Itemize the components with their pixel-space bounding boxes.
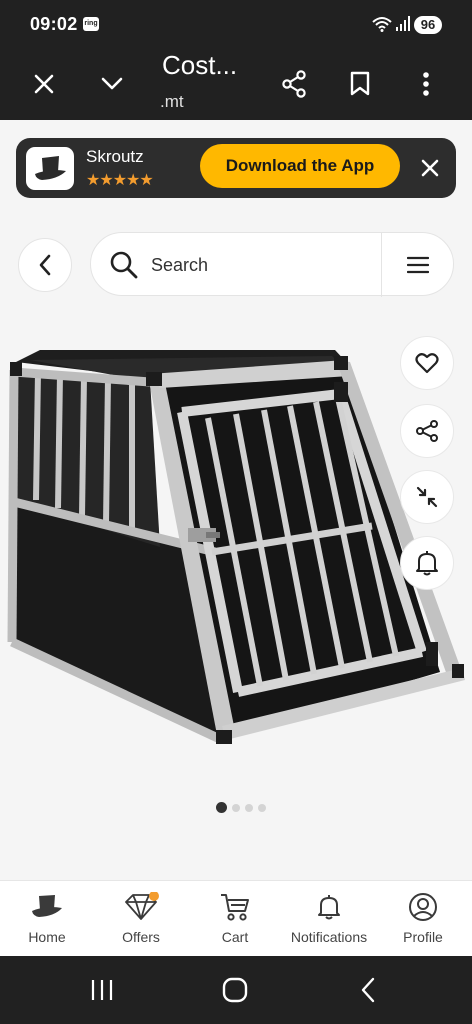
menu-button[interactable] [383,233,453,297]
bottom-navigation: Home Offers Cart Notifications Profile [0,880,472,956]
gallery-dot-3[interactable] [245,803,253,812]
nav-offers-icon-wrap [94,891,188,923]
bell-icon [416,551,438,576]
nav-profile-icon-wrap [376,891,470,923]
more-vert-icon [423,72,429,96]
nav-notifications-label: Notifications [290,929,368,945]
system-navigation-bar [0,956,472,1024]
search-input[interactable] [151,247,371,283]
cart-icon [221,894,249,921]
chevron-down-icon [101,77,123,90]
close-icon [421,159,439,177]
nav-notifications[interactable]: Notifications [282,881,376,957]
signal-icon [396,16,410,31]
price-alert-button[interactable] [400,536,454,590]
nav-profile[interactable]: Profile [376,881,470,957]
share-icon [282,70,306,98]
skroutz-logo [26,147,74,190]
close-tab-button[interactable] [20,60,68,108]
nav-home[interactable]: Home [0,881,94,957]
nav-cart-label: Cart [221,929,249,945]
search-icon [110,251,138,279]
nav-offers[interactable]: Offers [94,881,188,957]
system-back-button[interactable] [338,970,398,1010]
nav-notifications-icon-wrap [282,891,376,923]
status-time: 09:02 [30,14,78,34]
nav-home-label: Home [28,929,66,945]
search-bar [90,232,454,297]
page-title: Cost... [162,50,238,80]
favorite-button[interactable] [400,336,454,390]
recent-apps-icon [91,980,113,1000]
page-url: .mt [160,92,184,111]
download-app-button[interactable]: Download the App [200,144,400,188]
browser-toolbar: Cost... .mt [0,48,472,120]
nav-profile-label: Profile [403,929,443,945]
home-hat-icon [32,895,62,917]
back-button[interactable] [18,238,72,292]
back-arrow-icon [361,977,375,1003]
minimize-tab-button[interactable] [88,60,136,108]
nav-cart[interactable]: Cart [188,881,282,957]
share-icon [416,420,438,442]
profile-icon [409,893,437,921]
page-content: Skroutz ★★★★★ Download the App [0,120,472,880]
home-circle-icon [222,977,248,1003]
bookmark-button[interactable] [336,60,384,108]
battery-level: 96 [414,16,442,34]
wifi-icon [372,17,392,32]
close-icon [34,74,54,94]
diamond-icon [125,892,159,920]
nav-cart-icon-wrap [188,891,282,923]
app-name: Skroutz [86,147,144,166]
close-banner-button[interactable] [412,148,448,188]
nav-offers-label: Offers [122,929,160,945]
divider [381,233,382,297]
share-product-button[interactable] [400,404,454,458]
gallery-dot-1[interactable] [216,802,227,813]
app-rating-stars: ★★★★★ [86,172,154,189]
bookmark-icon [350,71,370,96]
status-bar: 09:02 ring 96 [0,0,472,48]
chevron-left-icon [39,254,51,276]
home-button[interactable] [205,970,265,1010]
app-install-banner: Skroutz ★★★★★ Download the App [16,138,456,198]
collapse-view-button[interactable] [400,470,454,524]
share-page-button[interactable] [270,60,318,108]
nav-home-icon-wrap [0,891,94,923]
heart-icon [415,353,439,374]
skroutz-hat-icon [35,155,66,180]
collapse-icon [416,486,438,508]
more-options-button[interactable] [402,60,450,108]
bell-icon [318,895,340,920]
ring-notification-icon: ring [83,17,99,31]
gallery-pagination [216,802,266,813]
gallery-dot-2[interactable] [232,803,240,812]
hamburger-menu-icon [407,256,429,274]
gallery-dot-4[interactable] [258,803,266,812]
recent-apps-button[interactable] [72,970,132,1010]
